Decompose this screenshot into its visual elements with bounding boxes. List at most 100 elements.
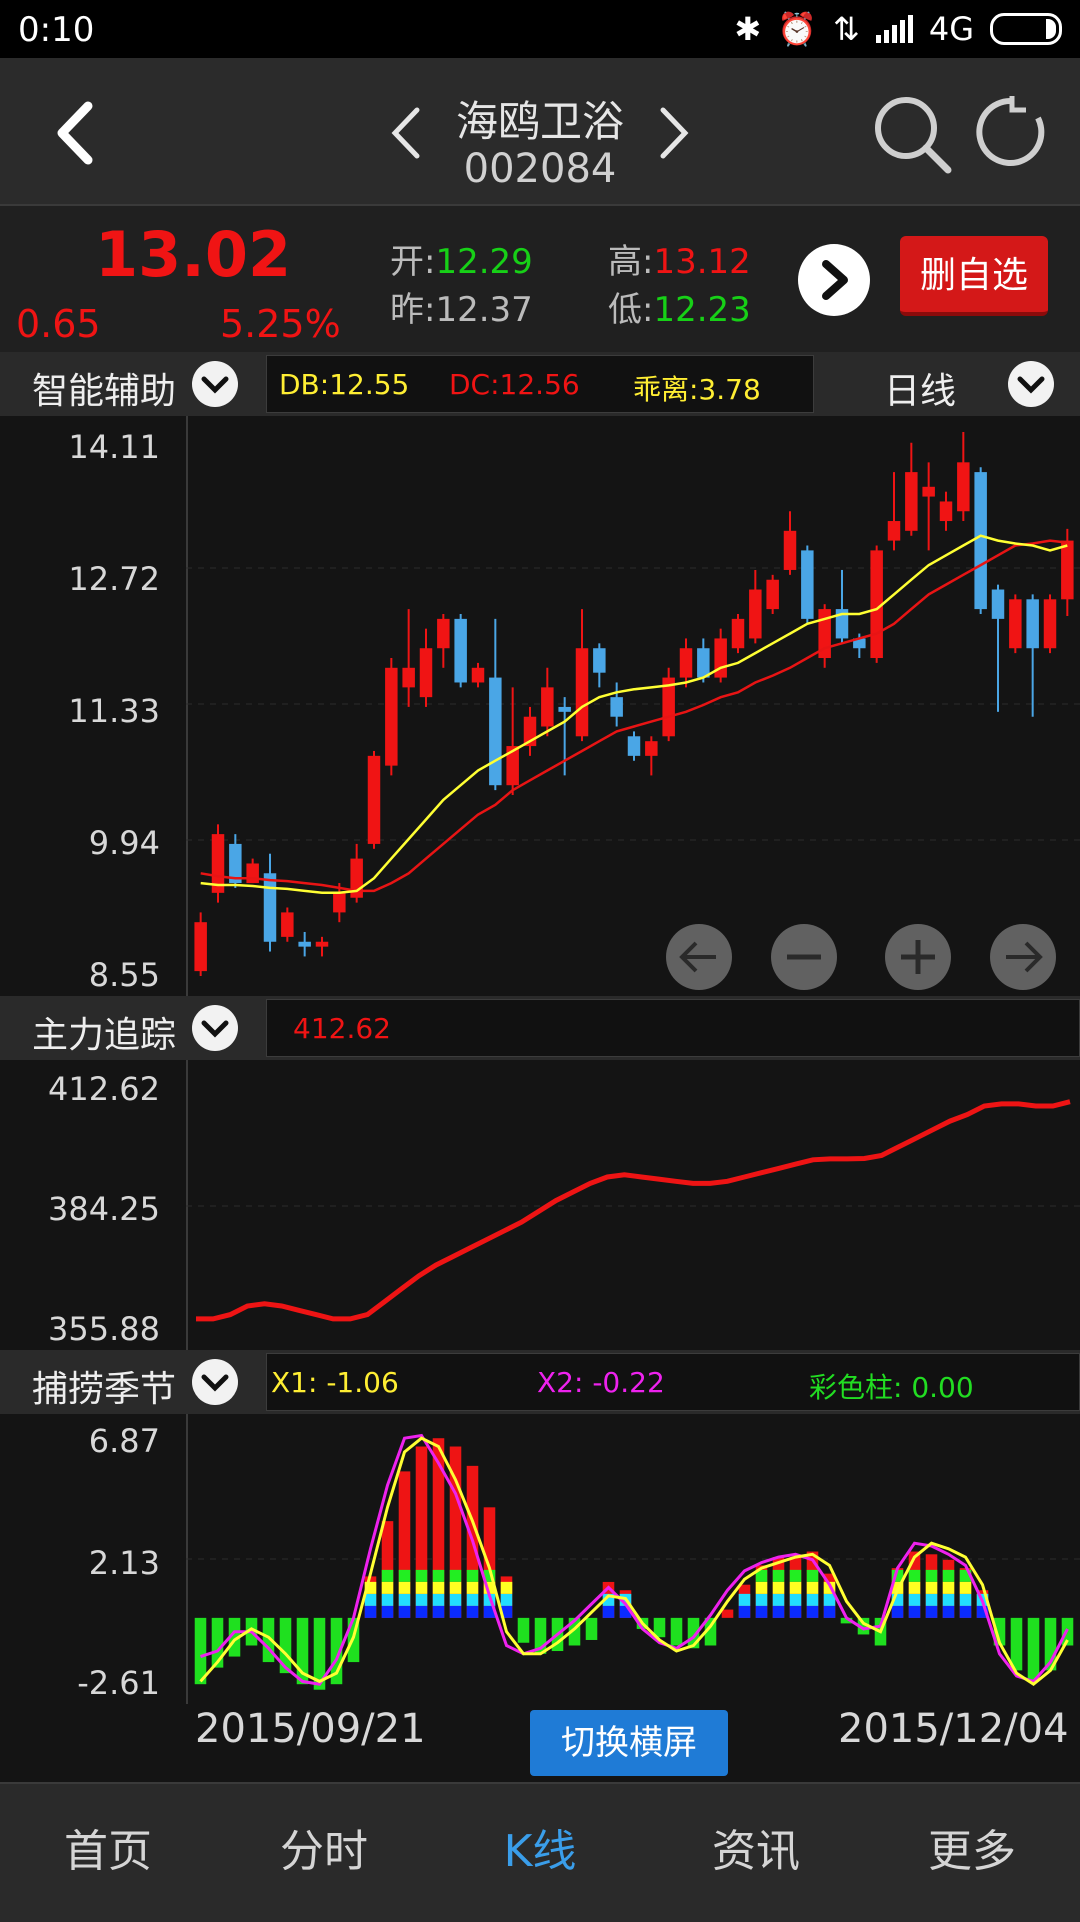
period-dropdown[interactable] [1008, 361, 1054, 407]
season-bar-band [449, 1581, 462, 1594]
season-y-tick: -2.61 [77, 1664, 160, 1702]
candle-body [1043, 599, 1057, 649]
season-bar-band [789, 1605, 802, 1618]
candle-body [731, 618, 745, 649]
signal-icon [875, 15, 913, 43]
candle-body [489, 677, 502, 786]
season-chart-panel[interactable]: 6.87 2.13 -2.61 [0, 1414, 1080, 1704]
candle-body [402, 667, 415, 688]
scroll-left-button[interactable] [666, 924, 732, 990]
main-force-dropdown[interactable] [192, 1005, 238, 1051]
end-date: 2015/12/04 [838, 1706, 1069, 1752]
candle-body [922, 486, 935, 497]
candle-body [679, 648, 693, 678]
season-bar-band [908, 1581, 921, 1594]
season-bar-band [449, 1593, 462, 1606]
season-bar-band [466, 1581, 479, 1594]
candle-body [298, 941, 311, 947]
indicator-label: 智能辅助 [32, 371, 177, 412]
season-bar-band [959, 1581, 972, 1594]
candle-body [246, 863, 259, 884]
season-bar-band [925, 1581, 938, 1594]
season-bar-band [466, 1605, 479, 1618]
season-bar-band [381, 1605, 394, 1618]
season-bar [194, 1617, 207, 1685]
candle-body [1009, 599, 1022, 649]
candle-body [1026, 599, 1039, 649]
season-dropdown[interactable] [192, 1359, 238, 1405]
candle-body [957, 462, 970, 512]
nav-more[interactable]: 更多 [864, 1784, 1080, 1922]
low-price: 低:12.23 [608, 290, 751, 330]
season-bar-band [602, 1605, 615, 1618]
season-bar-band [772, 1605, 785, 1618]
zoom-in-button[interactable] [885, 924, 951, 990]
chevron-down-icon [201, 376, 229, 394]
back-icon[interactable] [50, 98, 100, 168]
candle-body [558, 706, 571, 712]
nav-intraday[interactable]: 分时 [216, 1784, 432, 1922]
nav-news[interactable]: 资讯 [648, 1784, 864, 1922]
season-bar-band [415, 1581, 428, 1594]
season-bar-band [449, 1569, 462, 1582]
season-bar-band [806, 1569, 819, 1582]
candle-body [887, 521, 901, 541]
candle-body [471, 667, 485, 683]
arrow-left-icon [679, 941, 716, 973]
season-y-tick: 2.13 [88, 1544, 160, 1582]
nav-kline[interactable]: K线 [432, 1784, 648, 1922]
season-bar-band [908, 1605, 921, 1618]
arrow-right-icon [1006, 941, 1043, 973]
season-header: 捕捞季节 X1: -1.06 X2: -0.22 彩色柱: 0.00 [0, 1350, 1080, 1414]
candle-body [593, 648, 606, 673]
search-icon[interactable] [872, 94, 952, 174]
main-force-chart[interactable] [186, 1060, 1080, 1350]
season-bar-band [772, 1569, 785, 1582]
season-bar-band [959, 1593, 972, 1606]
season-bar [585, 1617, 598, 1640]
season-bar-band [942, 1569, 955, 1582]
nav-home[interactable]: 首页 [0, 1784, 216, 1922]
season-bar-band [891, 1605, 904, 1618]
kline-y-tick: 14.11 [68, 428, 160, 466]
high-price: 高:13.12 [608, 242, 751, 282]
season-label: 捕捞季节 [32, 1369, 177, 1410]
scroll-right-button[interactable] [990, 924, 1056, 990]
landscape-switch-button[interactable]: 切换横屏 [530, 1710, 728, 1776]
candle-body [645, 741, 658, 756]
price-change: 0.65 [16, 302, 101, 346]
season-bar-band [823, 1605, 836, 1618]
season-y-tick: 6.87 [88, 1422, 160, 1460]
season-bar-band [772, 1581, 785, 1594]
data-transfer-icon: ⇅ [833, 10, 860, 48]
deviation-value: 乖离:3.78 [633, 373, 761, 406]
remove-watchlist-button[interactable]: 删自选 [900, 236, 1048, 316]
kline-chart[interactable] [186, 416, 1080, 996]
detail-button[interactable] [798, 244, 870, 316]
next-stock-icon[interactable] [655, 104, 695, 162]
bluetooth-icon: ✱ [734, 10, 762, 48]
indicator-dropdown[interactable] [192, 361, 238, 407]
season-bar-band [806, 1581, 819, 1594]
candle-body [627, 736, 641, 756]
candle-body [939, 501, 953, 522]
season-bar-band [942, 1605, 955, 1618]
season-chart[interactable] [186, 1414, 1080, 1704]
kline-chart-panel[interactable]: 14.11 12.72 11.33 9.94 8.55 [0, 416, 1080, 996]
period-label[interactable]: 日线 [884, 362, 956, 414]
zoom-out-button[interactable] [771, 924, 837, 990]
title-bar: 海鸥卫浴 002084 [0, 58, 1080, 206]
season-bar-band [806, 1605, 819, 1618]
main-force-chart-panel[interactable]: 412.62 384.25 355.88 [0, 1060, 1080, 1350]
season-bar-band [772, 1593, 785, 1606]
plus-icon [901, 940, 935, 974]
ma-line-red [200, 539, 1068, 893]
kline-y-tick: 11.33 [68, 692, 160, 730]
candle-body [454, 618, 467, 683]
chevron-down-icon [201, 1374, 229, 1392]
candle-body [766, 579, 779, 610]
start-date: 2015/09/21 [195, 1706, 426, 1752]
season-bar-band [415, 1605, 428, 1618]
season-bar-band [500, 1581, 513, 1594]
refresh-icon[interactable] [972, 94, 1048, 170]
